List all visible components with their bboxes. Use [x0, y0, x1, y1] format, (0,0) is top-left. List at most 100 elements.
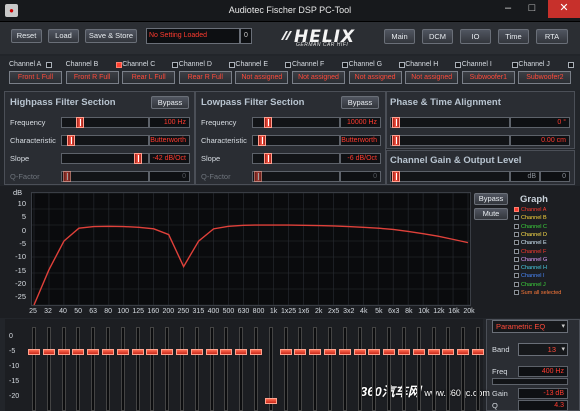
graph-legend-item[interactable]: Channel E	[514, 240, 547, 246]
channel-assignment[interactable]: Front L Full	[9, 71, 62, 84]
eq-slider-knob[interactable]	[472, 349, 484, 355]
legend-checkbox[interactable]	[514, 223, 519, 229]
highpass-characteristic-slider[interactable]	[61, 135, 149, 146]
legend-checkbox[interactable]	[514, 215, 519, 221]
eq-slider-track[interactable]	[283, 327, 288, 411]
eq-slider-track[interactable]	[357, 327, 362, 411]
eq-band-slider[interactable]	[176, 327, 188, 411]
eq-slider-knob[interactable]	[264, 398, 277, 405]
eq-slider-track[interactable]	[106, 327, 110, 411]
eq-band-slider[interactable]	[294, 327, 307, 411]
eq-slider-knob[interactable]	[368, 349, 381, 355]
eq-slider-track[interactable]	[387, 327, 392, 411]
reset-button[interactable]: Reset	[11, 29, 42, 43]
eq-slider-knob[interactable]	[102, 349, 114, 355]
legend-checkbox[interactable]	[514, 256, 519, 262]
eq-slider-track[interactable]	[342, 327, 347, 411]
slider-knob[interactable]	[392, 117, 400, 128]
legend-checkbox[interactable]	[514, 265, 519, 271]
eq-band-slider[interactable]	[205, 327, 218, 411]
phase-slider[interactable]	[390, 117, 510, 128]
legend-checkbox[interactable]	[514, 290, 519, 295]
save-store-button[interactable]: Save & Store	[85, 29, 137, 43]
slider-knob[interactable]	[67, 135, 75, 146]
eq-band-slider[interactable]	[220, 327, 233, 411]
eq-slider-knob[interactable]	[235, 349, 248, 355]
eq-band-slider[interactable]	[457, 327, 470, 411]
slider-knob[interactable]	[264, 153, 272, 164]
eq-slider-knob[interactable]	[116, 349, 129, 355]
graph-legend-item[interactable]: Sum all selected	[514, 290, 561, 296]
channel-assignment[interactable]: Rear L Full	[122, 71, 176, 84]
channel-checkbox[interactable]	[398, 62, 405, 68]
legend-checkbox[interactable]	[514, 231, 519, 237]
lowpass-frequency-slider[interactable]	[252, 117, 340, 128]
graph-mute-button[interactable]: Mute	[474, 208, 508, 220]
channel-checkbox[interactable]	[342, 62, 348, 68]
eq-slider-track[interactable]	[446, 327, 451, 411]
lowpass-frequency-value[interactable]: 10000 Hz	[340, 117, 381, 128]
channel-checkbox[interactable]	[285, 62, 292, 68]
nav-io-button[interactable]: IO	[460, 29, 491, 44]
graph-legend-item[interactable]: Channel I	[514, 273, 545, 279]
eq-slider-knob[interactable]	[353, 349, 366, 355]
graph-legend-item[interactable]: Channel B	[514, 215, 547, 221]
eq-band-slider[interactable]	[102, 327, 114, 411]
eq-band-slider[interactable]	[146, 327, 159, 411]
slider-knob[interactable]	[258, 135, 266, 146]
graph-legend-item[interactable]: Channel A	[514, 207, 546, 213]
graph-legend-item[interactable]: Channel G	[514, 256, 547, 263]
eq-band-slider[interactable]	[42, 327, 55, 411]
eq-slider-track[interactable]	[239, 327, 244, 411]
eq-band-slider[interactable]	[324, 327, 336, 411]
eq-slider-knob[interactable]	[279, 349, 292, 355]
slider-knob[interactable]	[63, 171, 71, 182]
eq-band-slider[interactable]	[442, 327, 455, 411]
eq-slider-knob[interactable]	[338, 349, 351, 355]
eq-slider-track[interactable]	[328, 327, 332, 411]
maximize-icon[interactable]: □	[520, 0, 544, 18]
eq-band-slider[interactable]	[116, 327, 129, 411]
eq-band-slider[interactable]	[190, 327, 203, 411]
channel-checkbox[interactable]	[46, 62, 52, 68]
eq-slider-track[interactable]	[224, 327, 229, 411]
eq-slider-track[interactable]	[461, 327, 466, 411]
graph-legend-item[interactable]: Channel J	[514, 281, 546, 288]
eq-slider-track[interactable]	[180, 327, 184, 411]
highpass-slope-value[interactable]: -42 dB/Oct	[149, 153, 190, 164]
legend-checkbox[interactable]	[514, 281, 519, 287]
eq-band-slider[interactable]	[368, 327, 381, 411]
lowpass-characteristic-slider[interactable]	[252, 135, 340, 146]
eq-slider-knob[interactable]	[72, 349, 85, 355]
slider-knob[interactable]	[76, 117, 84, 128]
eq-band-slider[interactable]	[72, 327, 85, 411]
highpass-frequency-value[interactable]: 100 Hz	[149, 117, 190, 128]
channel-assignment[interactable]: Subwoofer1	[461, 71, 515, 84]
eq-band-slider[interactable]	[398, 327, 410, 411]
eq-slider-knob[interactable]	[250, 349, 262, 355]
eq-slider-track[interactable]	[91, 327, 96, 411]
eq-slider-knob[interactable]	[190, 349, 203, 355]
channel-assignment[interactable]: Not assigned	[405, 71, 459, 84]
eq-slider-knob[interactable]	[176, 349, 188, 355]
eq-slider-track[interactable]	[61, 327, 66, 411]
eq-slider-track[interactable]	[76, 327, 81, 411]
channel-assignment[interactable]: Subwoofer2	[518, 71, 572, 84]
eq-slider-knob[interactable]	[398, 349, 410, 355]
nav-time-button[interactable]: Time	[498, 29, 529, 44]
lowpass-slope-value[interactable]: -6 dB/Oct	[340, 153, 381, 164]
band-select[interactable]: 13	[518, 343, 568, 356]
phase-value[interactable]: 0 °	[510, 117, 570, 128]
eq-band-slider[interactable]	[309, 327, 322, 411]
legend-checkbox[interactable]	[514, 240, 519, 246]
eq-slider-knob[interactable]	[87, 349, 100, 355]
eq-band-slider[interactable]	[412, 327, 425, 411]
eq-slider-knob[interactable]	[220, 349, 233, 355]
close-icon[interactable]: ✕	[548, 0, 580, 18]
eq-band-slider[interactable]	[472, 327, 484, 411]
nav-rta-button[interactable]: RTA	[536, 29, 568, 44]
legend-checkbox[interactable]	[514, 273, 519, 279]
channel-assignment[interactable]: Not assigned	[235, 71, 289, 84]
eq-slider-track[interactable]	[194, 327, 199, 411]
eq-slider-track[interactable]	[120, 327, 125, 411]
